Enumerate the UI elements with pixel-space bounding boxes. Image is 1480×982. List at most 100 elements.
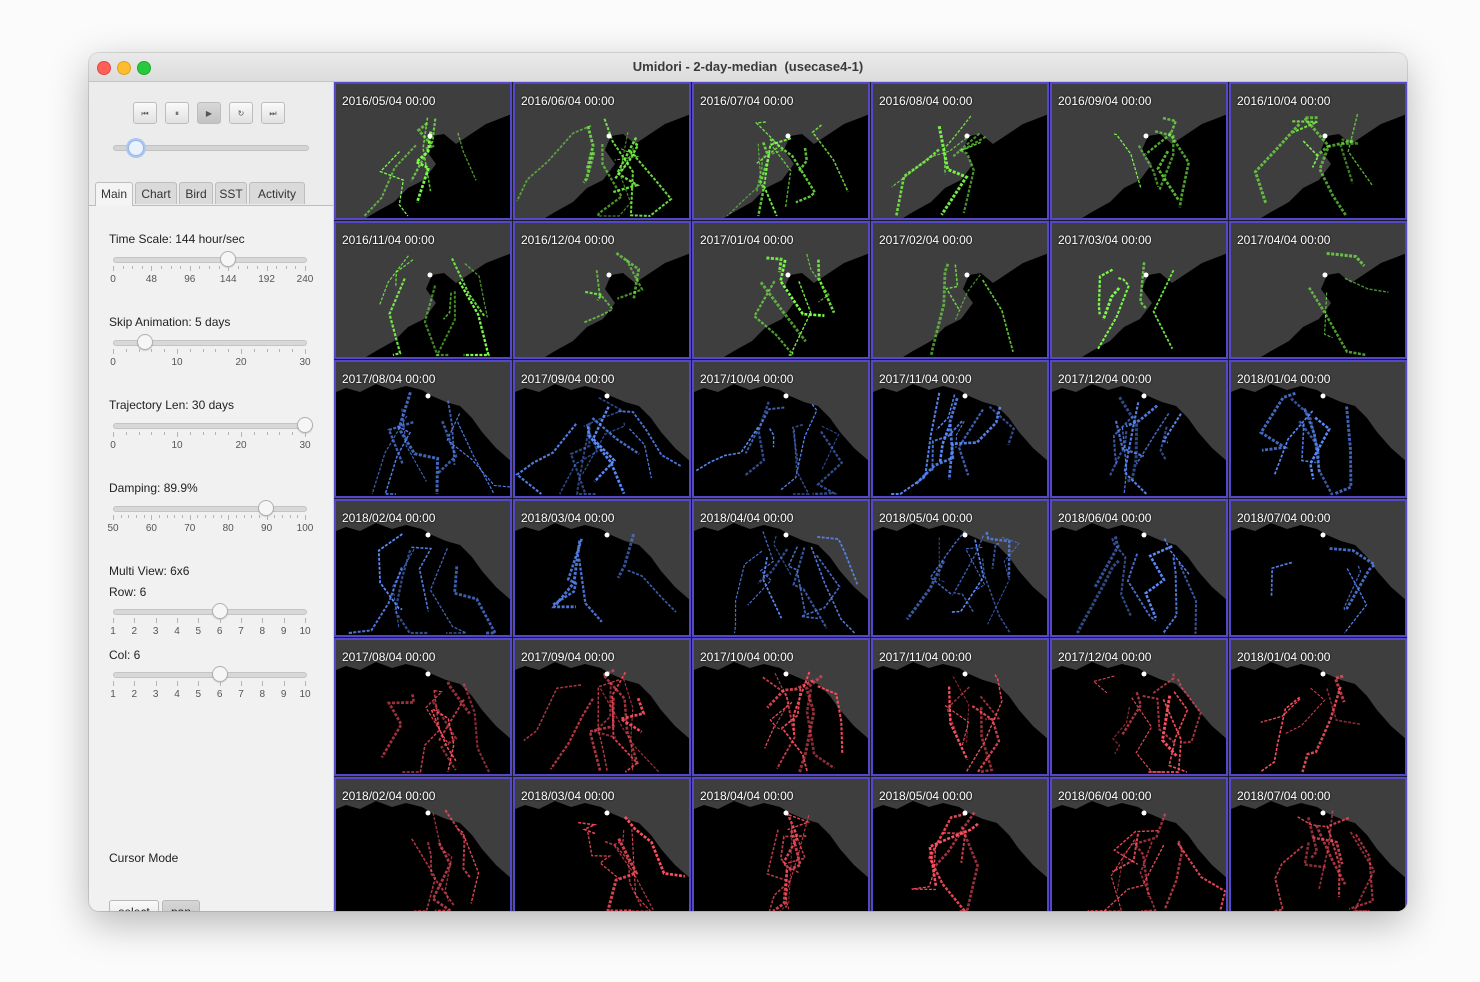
- panel-date-label: 2018/07/04 00:00: [1237, 511, 1331, 525]
- map-panel[interactable]: 2016/07/04 00:00: [692, 82, 870, 220]
- bird-trajectory: [380, 694, 416, 759]
- map-panel[interactable]: 2016/08/04 00:00: [871, 82, 1049, 220]
- reload-button[interactable]: ↻: [229, 102, 253, 124]
- map-panel[interactable]: 2017/12/04 00:00: [1050, 638, 1228, 776]
- map-panel[interactable]: 2016/09/04 00:00: [1050, 82, 1228, 220]
- map-panel[interactable]: 2018/05/04 00:00: [871, 777, 1049, 911]
- skip-forward-button[interactable]: ⏭: [261, 102, 285, 124]
- colony-marker: [604, 532, 610, 538]
- map-panel[interactable]: 2018/02/04 00:00: [334, 499, 512, 637]
- tick-mark: [215, 349, 217, 352]
- panel-date-label: 2017/12/04 00:00: [1058, 372, 1152, 386]
- damping-ticks: [113, 515, 306, 520]
- select-mode-button[interactable]: select: [109, 900, 159, 911]
- tab-main[interactable]: Main: [95, 182, 133, 206]
- tick-mark: [266, 266, 268, 271]
- map-panel[interactable]: 2018/06/04 00:00: [1050, 777, 1228, 911]
- tick-mark: [289, 515, 291, 518]
- bird-trajectory: [606, 838, 639, 911]
- skip-back-button[interactable]: ⏮: [133, 102, 157, 124]
- tick-label: 10: [171, 440, 183, 451]
- map-panel[interactable]: 2018/04/04 00:00: [692, 777, 870, 911]
- colony-marker: [1141, 532, 1147, 538]
- bird-trajectory: [384, 425, 412, 495]
- map-panel[interactable]: 2016/06/04 00:00: [513, 82, 691, 220]
- trajectory-len-slider-track[interactable]: [113, 423, 307, 429]
- map-panel[interactable]: 2016/12/04 00:00: [513, 221, 691, 359]
- colony-marker: [1143, 272, 1149, 278]
- tick-label: 100: [296, 523, 314, 534]
- map-panel[interactable]: 2018/01/04 00:00: [1229, 638, 1407, 776]
- tick-mark: [285, 266, 287, 269]
- map-panel[interactable]: 2017/11/04 00:00: [871, 638, 1049, 776]
- map-panel[interactable]: 2018/03/04 00:00: [513, 777, 691, 911]
- damping-slider-track[interactable]: [113, 506, 307, 512]
- map-panel[interactable]: 2018/04/04 00:00: [692, 499, 870, 637]
- map-panel[interactable]: 2018/07/04 00:00: [1229, 777, 1407, 911]
- tick-mark: [266, 432, 268, 435]
- map-panel[interactable]: 2017/08/04 00:00: [334, 360, 512, 498]
- map-panel[interactable]: 2017/01/04 00:00: [692, 221, 870, 359]
- row-slider-thumb[interactable]: [211, 603, 228, 619]
- tab-chart[interactable]: Chart: [135, 182, 177, 204]
- panel-date-label: 2017/08/04 00:00: [342, 650, 436, 664]
- tick-label: 7: [238, 689, 244, 700]
- tab-sst[interactable]: SST: [215, 182, 247, 204]
- map-panel[interactable]: 2017/02/04 00:00: [871, 221, 1049, 359]
- map-panel[interactable]: 2016/05/04 00:00: [334, 82, 512, 220]
- tick-mark: [177, 432, 178, 437]
- map-panel[interactable]: 2017/10/04 00:00: [692, 360, 870, 498]
- map-panel[interactable]: 2016/11/04 00:00: [334, 221, 512, 359]
- map-panel[interactable]: 2017/08/04 00:00: [334, 638, 512, 776]
- playback-slider-thumb[interactable]: [128, 140, 145, 156]
- time-scale-slider-thumb[interactable]: [220, 251, 237, 267]
- panel-date-label: 2018/02/04 00:00: [342, 789, 436, 803]
- damping-slider-thumb[interactable]: [258, 500, 275, 516]
- skip-animation-slider-thumb[interactable]: [137, 334, 153, 350]
- colony-marker: [425, 532, 431, 538]
- map-panel[interactable]: 2018/05/04 00:00: [871, 499, 1049, 637]
- tab-bird[interactable]: Bird: [179, 182, 213, 204]
- bird-trajectory: [1273, 845, 1304, 911]
- bird-trajectory: [1118, 396, 1139, 483]
- pan-mode-button[interactable]: pan: [162, 900, 200, 911]
- map-panel[interactable]: 2016/10/04 00:00: [1229, 82, 1407, 220]
- col-slider-thumb[interactable]: [211, 666, 228, 682]
- panel-date-label: 2017/11/04 00:00: [879, 372, 972, 386]
- tick-label: 3: [152, 689, 159, 700]
- panel-date-label: 2017/09/04 00:00: [521, 650, 615, 664]
- time-scale-slider-track[interactable]: [113, 257, 307, 263]
- colony-marker: [783, 671, 789, 677]
- colony-marker: [427, 272, 433, 278]
- map-panel[interactable]: 2018/02/04 00:00: [334, 777, 512, 911]
- row-slider-track[interactable]: [113, 609, 307, 615]
- map-panel[interactable]: 2017/12/04 00:00: [1050, 360, 1228, 498]
- colony-marker: [962, 671, 968, 677]
- panel-date-label: 2018/04/04 00:00: [700, 789, 794, 803]
- tick-mark: [279, 349, 281, 352]
- trajectory-len-slider-thumb[interactable]: [297, 417, 313, 433]
- map-panel[interactable]: 2018/06/04 00:00: [1050, 499, 1228, 637]
- map-panel[interactable]: 2017/09/04 00:00: [513, 360, 691, 498]
- map-panel[interactable]: 2018/01/04 00:00: [1229, 360, 1407, 498]
- bird-trajectory: [1168, 691, 1189, 773]
- map-panel[interactable]: 2018/07/04 00:00: [1229, 499, 1407, 637]
- map-panel[interactable]: 2017/11/04 00:00: [871, 360, 1049, 498]
- tick-mark: [266, 515, 268, 520]
- tick-label: 20: [235, 440, 247, 451]
- tick-mark: [251, 515, 253, 518]
- col-slider-track[interactable]: [113, 672, 307, 678]
- play-button[interactable]: ▶: [197, 102, 221, 124]
- cursor-mode-label: Cursor Mode: [109, 851, 179, 865]
- tick-mark: [113, 618, 114, 623]
- map-panel[interactable]: 2018/03/04 00:00: [513, 499, 691, 637]
- map-panel[interactable]: 2017/09/04 00:00: [513, 638, 691, 776]
- tick-mark: [198, 618, 200, 623]
- tick-mark: [170, 266, 172, 269]
- tick-mark: [125, 349, 127, 352]
- tab-activity[interactable]: Activity: [249, 182, 305, 204]
- map-panel[interactable]: 2017/03/04 00:00: [1050, 221, 1228, 359]
- map-panel[interactable]: 2017/04/04 00:00: [1229, 221, 1407, 359]
- pause-button[interactable]: ⏸: [165, 102, 189, 124]
- map-panel[interactable]: 2017/10/04 00:00: [692, 638, 870, 776]
